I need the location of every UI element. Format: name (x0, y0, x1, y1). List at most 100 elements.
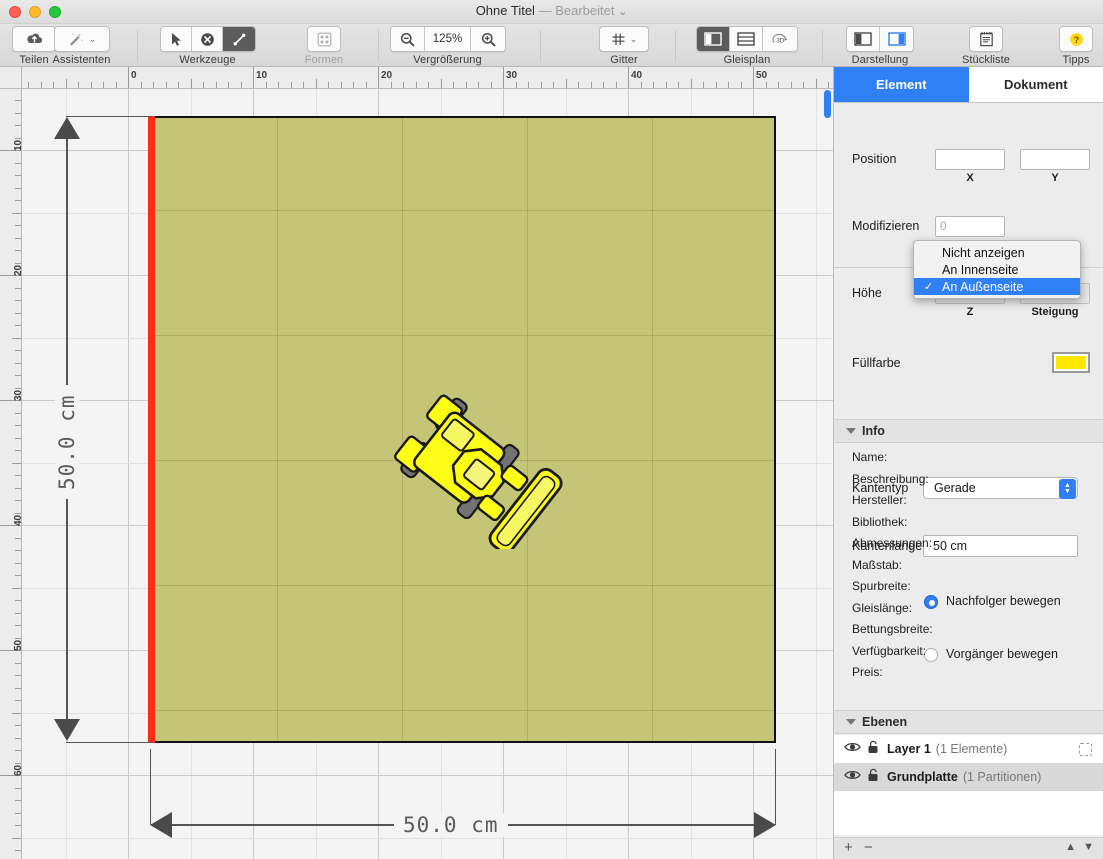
menu-item-2[interactable]: ✓ An Außenseite (914, 278, 1080, 295)
info-row-1: Beschreibung: (852, 471, 929, 486)
tool-line[interactable] (223, 27, 255, 51)
display-left-panel-button[interactable] (847, 27, 880, 51)
tips-button[interactable]: ? (1059, 26, 1093, 52)
tool-select[interactable] (161, 27, 192, 51)
zoom-out-button[interactable] (391, 27, 425, 51)
ruler-top-tick-0: 0 (131, 70, 137, 81)
move-layer-up-icon[interactable]: ▲ (1065, 841, 1076, 853)
display-segmented-control[interactable] (846, 26, 914, 52)
view-3d-button[interactable]: 3D (763, 27, 797, 51)
svg-text:?: ? (1073, 35, 1079, 45)
view-plan-button[interactable] (697, 27, 730, 51)
zoom-in-icon (481, 32, 495, 46)
radio-successor[interactable] (924, 595, 938, 609)
view-split-button[interactable] (730, 27, 763, 51)
tab-element[interactable]: Element (834, 67, 969, 102)
radio-predecessor-label: Vorgänger bewegen (946, 647, 1058, 661)
menu-item-1[interactable]: An Innenseite (914, 261, 1080, 278)
canvas[interactable]: 50.0 cm 50.0 cm (22, 89, 833, 859)
ruler-left-tick-50: 50 (13, 639, 22, 651)
ruler-left-tick-20: 20 (13, 264, 22, 276)
window-title: Ohne Titel — Bearbeitet ⌄ (0, 3, 1103, 18)
trackplan-segmented-control[interactable]: 3D (696, 26, 798, 52)
toolbar-group-tips: ? Tipps (1052, 26, 1100, 66)
info-header-label: Info (862, 424, 885, 438)
ruler-top[interactable]: 0102030405060 (22, 67, 833, 89)
edgetype-popup-button[interactable]: Gerade ▲ ▼ (923, 477, 1078, 499)
shapes-label: Formen (304, 54, 344, 66)
grid-button[interactable]: ⌄ (599, 26, 649, 52)
toolbar-group-zoom: 125% Vergrößerung (390, 26, 506, 66)
layer-lock-icon[interactable] (867, 740, 879, 759)
ruler-left-tick-60: 60 (13, 764, 22, 776)
bulldozer-model[interactable] (382, 389, 572, 554)
edgelength-input[interactable]: 50 cm (923, 535, 1078, 557)
move-layer-down-icon[interactable]: ▼ (1083, 841, 1094, 853)
zoom-segmented-control[interactable]: 125% (390, 26, 506, 52)
position-y-sublabel: Y (1051, 172, 1059, 184)
unlock-icon (868, 740, 878, 753)
layers-disclosure-triangle-icon[interactable] (846, 719, 856, 725)
canvas-vertical-scrollbar[interactable] (822, 89, 833, 859)
grid-chevron-down-icon: ⌄ (629, 33, 638, 44)
chevron-down-icon[interactable]: ⌄ (618, 6, 627, 18)
position-y-input[interactable] (1020, 149, 1090, 170)
ruler-left-tick-30: 30 (13, 389, 22, 401)
layer-visibility-icon-1[interactable] (844, 768, 861, 786)
panel-left-icon (854, 32, 872, 46)
info-section-header[interactable]: Info (834, 419, 1103, 443)
assistants-button[interactable]: ⌄ (53, 26, 110, 52)
shapes-grid-icon (317, 32, 331, 46)
trackplan-label: Gleisplan (723, 54, 771, 66)
shapes-button[interactable] (307, 26, 341, 52)
inspector-tabs: Element Dokument (834, 67, 1103, 103)
zoom-in-button[interactable] (471, 27, 505, 51)
layer-row-0[interactable]: Layer 1 (1 Elemente) (834, 735, 1103, 763)
unlock-icon (868, 768, 878, 781)
toolbar-separator-3 (540, 30, 541, 62)
height-z-sublabel: Z (966, 306, 974, 318)
zoom-value: 125% (425, 27, 471, 51)
selected-edge-highlight[interactable] (148, 116, 155, 743)
fillcolor-display-dropdown-menu[interactable]: Nicht anzeigen An Innenseite ✓ An Außenseit… (913, 240, 1081, 299)
layer-target-icon[interactable] (1079, 742, 1092, 756)
layer-name-1: Grundplatte (887, 770, 958, 784)
rotate-placeholder: 0 (940, 219, 947, 233)
menu-item-label-1: An Innenseite (942, 262, 1019, 277)
menu-item-label-0: Nicht anzeigen (942, 245, 1025, 260)
fillcolor-swatch[interactable] (1052, 352, 1090, 373)
remove-layer-button[interactable]: − (864, 839, 873, 856)
tab-dokument[interactable]: Dokument (968, 67, 1103, 102)
menu-item-0[interactable]: Nicht anzeigen (914, 244, 1080, 261)
canvas-vertical-scroll-thumb[interactable] (824, 90, 831, 118)
radio-predecessor[interactable] (924, 648, 938, 662)
layer-row-1[interactable]: Grundplatte (1 Partitionen) (834, 763, 1103, 791)
layers-footer: + − ▲ ▼ (834, 837, 1103, 859)
toolbar-separator-4 (675, 30, 676, 62)
toolbar-group-trackplan: 3D Gleisplan (692, 26, 802, 66)
edgetype-value: Gerade (934, 481, 976, 495)
clipboard-notes-icon (979, 32, 993, 47)
layer-visibility-icon[interactable] (844, 740, 861, 758)
layer-name-0: Layer 1 (887, 742, 931, 756)
tool-delete[interactable] (192, 27, 223, 51)
info-row-6: Spurbreite: (852, 579, 911, 593)
row-fillcolor: Füllfarbe (834, 351, 1103, 379)
toolbar-group-shapes: Formen (290, 26, 358, 66)
tools-label: Werkzeuge (179, 54, 236, 66)
assistants-chevron-down-icon: ⌄ (88, 33, 97, 44)
position-x-input[interactable] (935, 149, 1005, 170)
display-right-panel-button[interactable] (880, 27, 913, 51)
add-layer-button[interactable]: + (844, 839, 853, 856)
layers-section-header[interactable]: Ebenen (834, 710, 1103, 734)
tools-segmented-control[interactable] (160, 26, 256, 52)
info-row-5: Maßstab: (852, 557, 903, 572)
panel-right-icon (887, 32, 906, 46)
info-disclosure-triangle-icon[interactable] (846, 428, 856, 434)
toolbar-separator-2 (378, 30, 379, 62)
layer-lock-icon-1[interactable] (867, 768, 879, 787)
ruler-left[interactable]: 1020304050600 (0, 89, 22, 859)
toolbar-separator-5 (822, 30, 823, 62)
partslist-button[interactable] (969, 26, 1003, 52)
ruler-corner (0, 67, 22, 89)
